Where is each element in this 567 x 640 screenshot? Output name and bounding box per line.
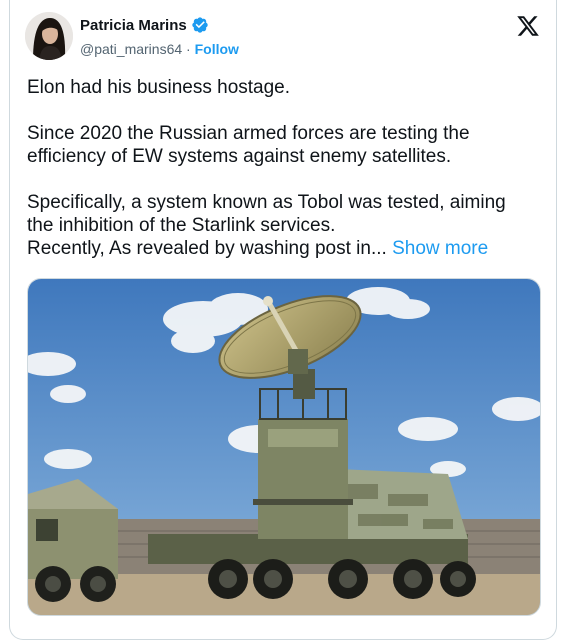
tweet-last-line: Recently, As revealed by washing post in… bbox=[27, 237, 537, 260]
tweet-photo[interactable] bbox=[27, 278, 541, 616]
tweet-paragraph: Since 2020 the Russian armed forces are … bbox=[27, 123, 470, 167]
tweet-truncated-text: Recently, As revealed by washing post in… bbox=[27, 238, 387, 259]
verified-badge-icon bbox=[192, 17, 208, 33]
tweet-paragraph: Specifically, a system known as Tobol wa… bbox=[27, 192, 506, 236]
avatar-image bbox=[25, 12, 73, 60]
avatar[interactable] bbox=[25, 12, 73, 60]
author-name[interactable]: Patricia Marins bbox=[80, 17, 187, 34]
separator: · bbox=[186, 41, 191, 57]
author-handle[interactable]: @pati_marins64 bbox=[80, 41, 182, 57]
tweet-text: Elon had his business hostage. Since 202… bbox=[27, 76, 537, 260]
radar-truck-photo bbox=[28, 279, 540, 615]
x-logo-icon[interactable] bbox=[516, 14, 540, 38]
tweet-card[interactable]: Patricia Marins @pati_marins64 · Follow … bbox=[9, 0, 557, 640]
follow-button[interactable]: Follow bbox=[195, 41, 239, 57]
show-more-link[interactable]: Show more bbox=[392, 238, 488, 259]
tweet-paragraph: Elon had his business hostage. bbox=[27, 77, 291, 98]
